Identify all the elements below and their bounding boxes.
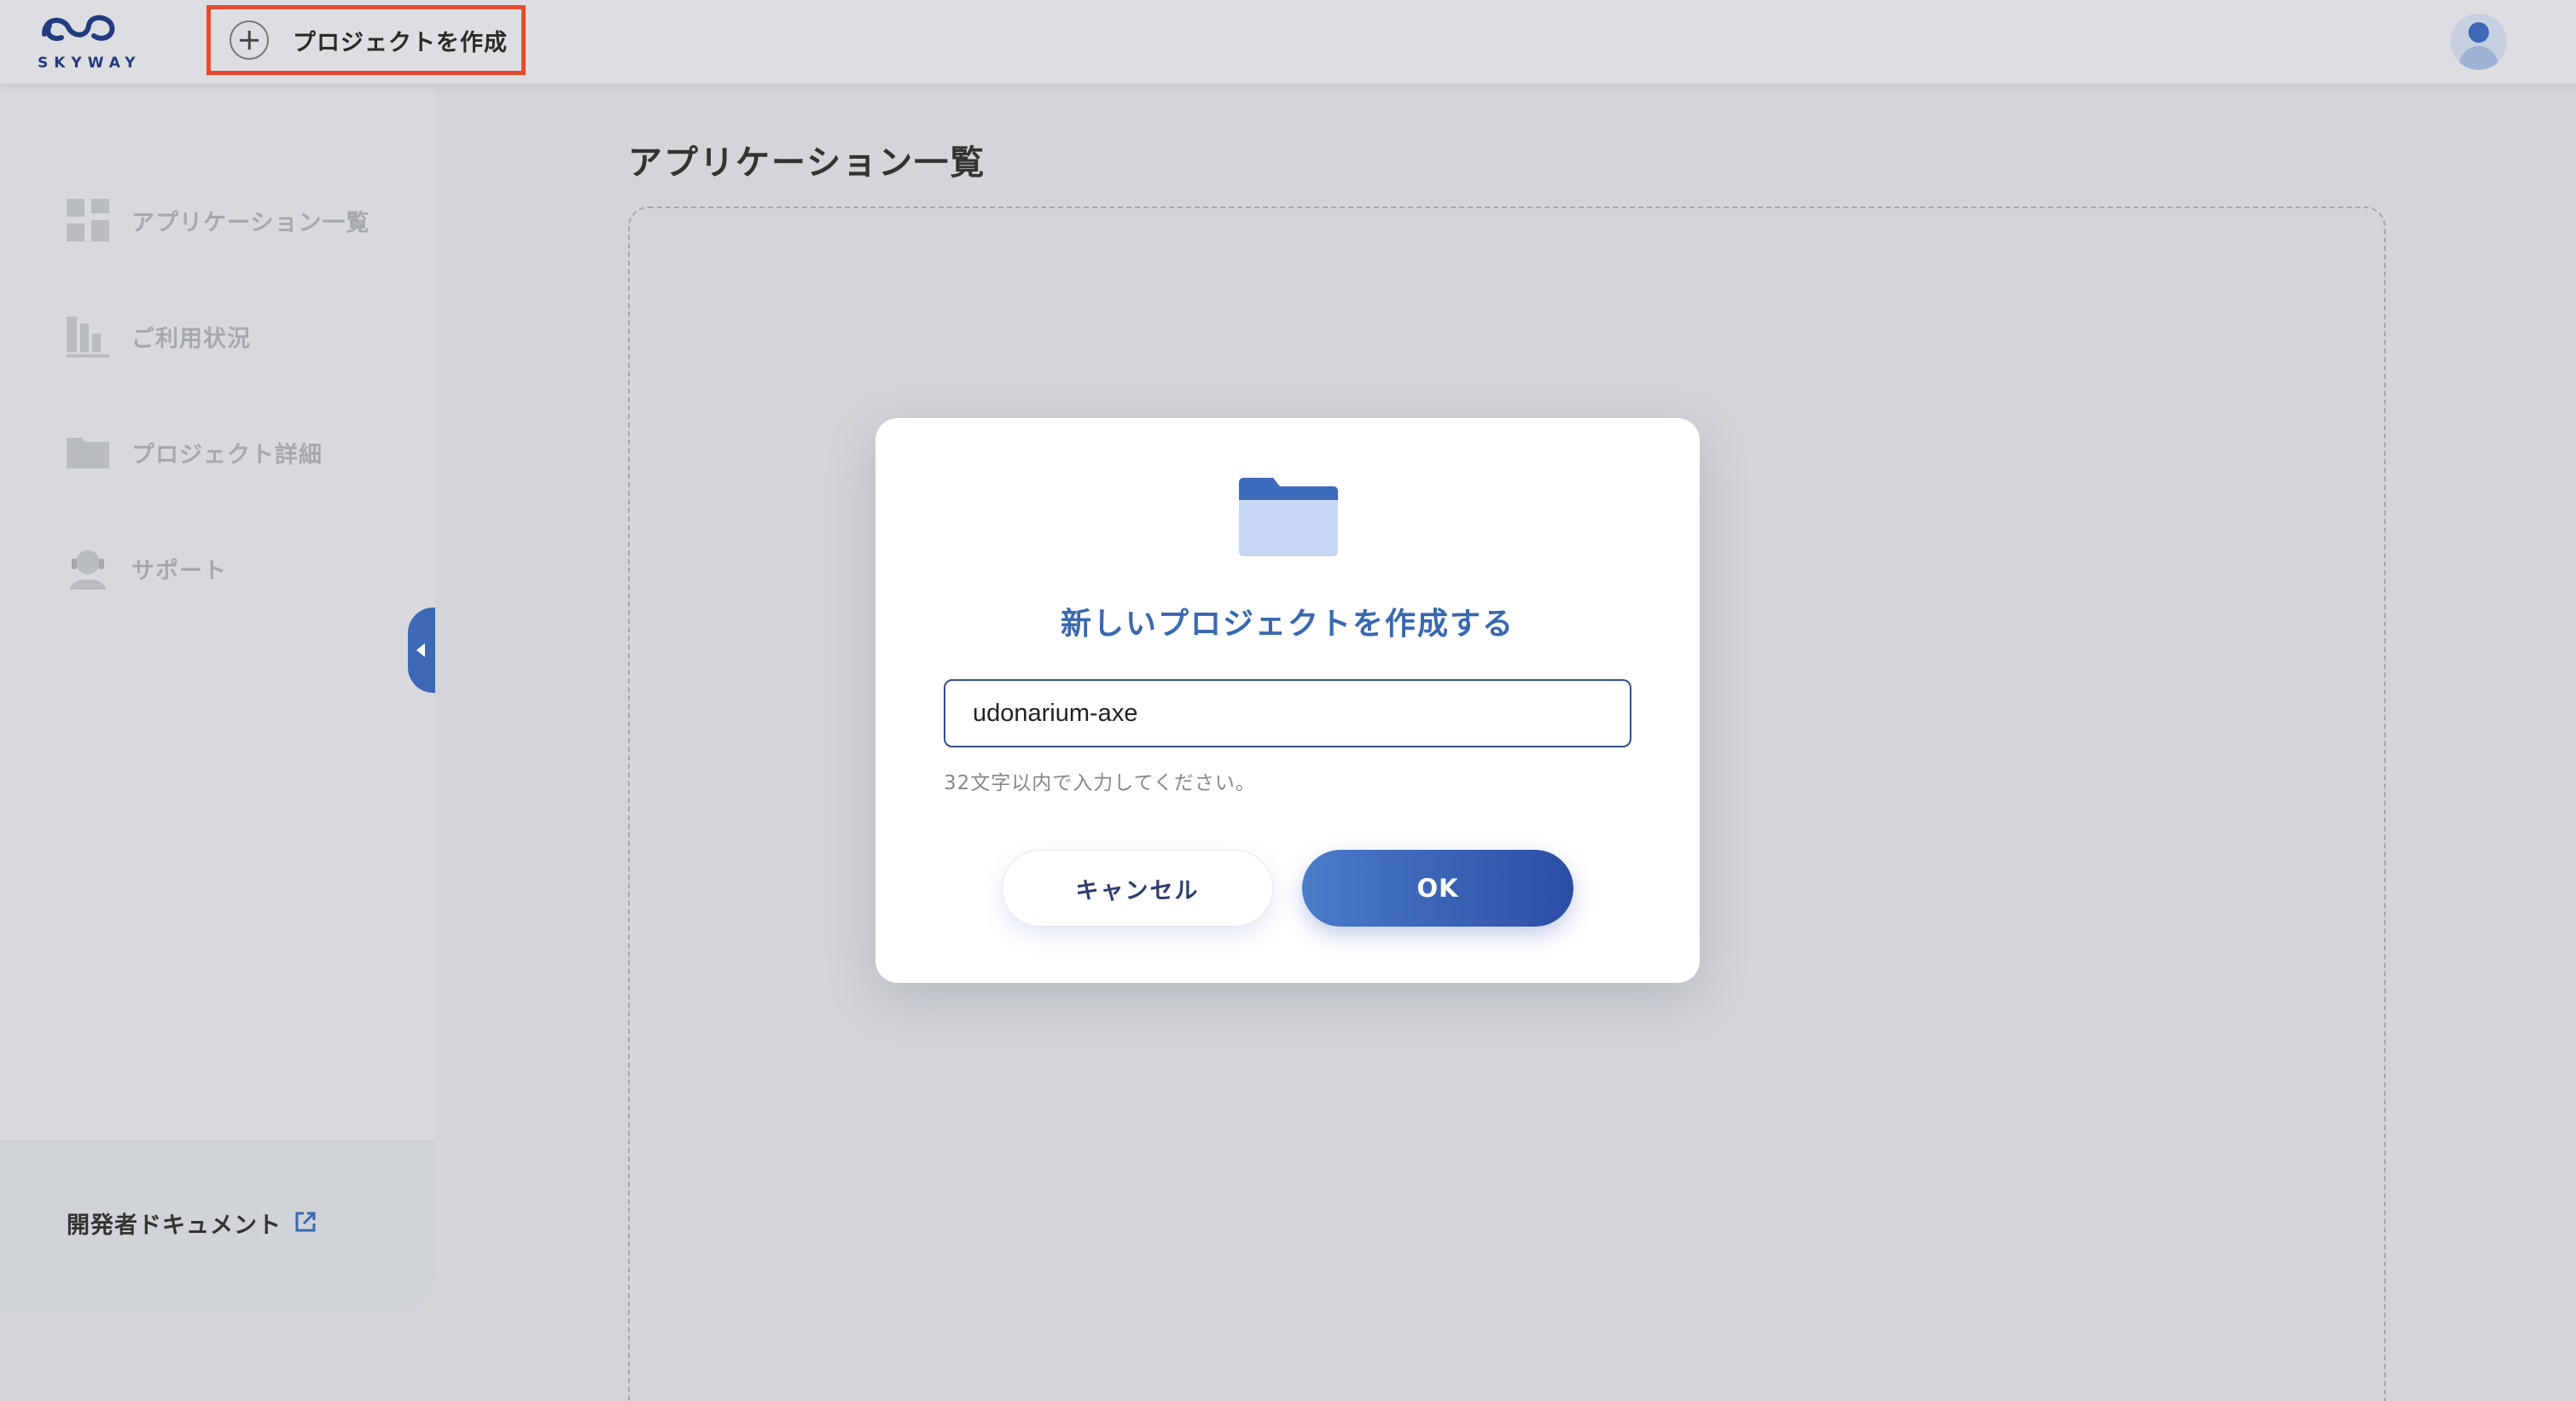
project-name-input[interactable] xyxy=(944,679,1631,747)
avatar-body xyxy=(2459,46,2498,70)
sidebar-item-applications[interactable]: アプリケーション一覧 xyxy=(67,199,369,241)
user-avatar[interactable] xyxy=(2451,14,2507,70)
external-link-icon xyxy=(294,1210,317,1237)
bar-chart-icon xyxy=(67,315,109,358)
sidebar xyxy=(0,84,435,1309)
skyway-logo-mark xyxy=(42,15,115,41)
sidebar-item-label: アプリケーション一覧 xyxy=(131,209,370,236)
developer-docs-link[interactable]: 開発者ドキュメント xyxy=(67,1206,317,1240)
ok-button[interactable]: OK xyxy=(1302,850,1573,927)
folder-icon xyxy=(1239,478,1338,556)
skyway-logo[interactable]: SKYWAY xyxy=(34,9,142,72)
logo-text: SKYWAY xyxy=(38,55,142,72)
input-hint: 32文字以内で入力してください。 xyxy=(944,772,1256,794)
folder-icon xyxy=(67,431,109,474)
top-header: SKYWAY プロジェクトを作成 xyxy=(0,0,2576,84)
create-project-label: プロジェクトを作成 xyxy=(293,29,508,56)
sidebar-item-label: サポート xyxy=(131,557,227,584)
create-project-button[interactable]: プロジェクトを作成 xyxy=(206,5,526,75)
sidebar-item-support[interactable]: サポート xyxy=(67,547,227,590)
sidebar-item-label: プロジェクト詳細 xyxy=(131,441,323,468)
dialog-title: 新しいプロジェクトを作成する xyxy=(1060,607,1515,642)
sidebar-collapse-toggle[interactable] xyxy=(408,607,435,693)
create-project-dialog: 新しいプロジェクトを作成する 32文字以内で入力してください。 キャンセル OK xyxy=(875,418,1700,983)
plus-icon xyxy=(230,20,269,60)
sidebar-item-usage[interactable]: ご利用状況 xyxy=(67,315,251,358)
avatar-head xyxy=(2468,22,2489,43)
cancel-button[interactable]: キャンセル xyxy=(1002,850,1273,927)
page: SKYWAY プロジェクトを作成 アプリケーション一覧 ご利用状況 プロジェクト… xyxy=(0,0,2576,1401)
page-title: アプリケーション一覧 xyxy=(628,143,986,183)
sidebar-item-label: ご利用状況 xyxy=(131,325,251,352)
support-icon xyxy=(67,547,109,590)
sidebar-item-project-details[interactable]: プロジェクト詳細 xyxy=(67,431,323,474)
developer-docs-label: 開発者ドキュメント xyxy=(67,1212,282,1239)
grid-icon xyxy=(67,199,109,241)
